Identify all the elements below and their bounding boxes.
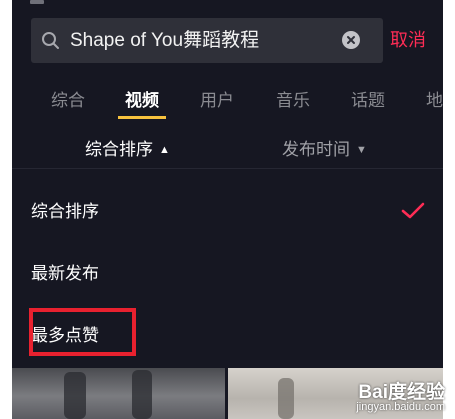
search-box[interactable]: Shape of You舞蹈教程 bbox=[31, 18, 383, 63]
caret-up-icon: ▲ bbox=[159, 144, 170, 156]
tab-location[interactable]: 地 bbox=[426, 86, 443, 111]
sort-primary-label: 综合排序 bbox=[85, 140, 153, 159]
status-bar-icon bbox=[30, 0, 44, 4]
sort-option-label: 综合排序 bbox=[31, 202, 99, 221]
sort-option-latest[interactable]: 最新发布 bbox=[12, 240, 443, 300]
video-thumbnail[interactable] bbox=[12, 368, 225, 419]
highlight-annotation-box bbox=[29, 308, 136, 356]
sort-option-label: 最新发布 bbox=[31, 264, 99, 283]
checkmark-icon bbox=[401, 202, 425, 219]
clear-icon[interactable] bbox=[342, 31, 360, 49]
dancer-figure bbox=[278, 378, 294, 419]
tab-comprehensive[interactable]: 综合 bbox=[51, 86, 85, 111]
tab-bar: 综合 视频 用户 音乐 话题 地 bbox=[12, 78, 443, 119]
divider bbox=[12, 168, 443, 169]
sort-time-label: 发布时间 bbox=[282, 140, 350, 159]
tab-indicator bbox=[118, 116, 166, 119]
watermark-logo: Bai度经验 bbox=[358, 382, 445, 403]
tab-users[interactable]: 用户 bbox=[200, 86, 234, 111]
caret-down-icon: ▼ bbox=[356, 144, 367, 156]
watermark-url: jingyan.baidu.com bbox=[356, 401, 445, 413]
search-input[interactable]: Shape of You舞蹈教程 bbox=[70, 18, 259, 63]
app-screen: Shape of You舞蹈教程 取消 综合 视频 用户 音乐 话题 地 综合排… bbox=[12, 0, 443, 419]
watermark: Bai度经验 jingyan.baidu.com bbox=[339, 377, 449, 417]
tab-video[interactable]: 视频 bbox=[125, 86, 159, 111]
cancel-button[interactable]: 取消 bbox=[390, 18, 430, 63]
sort-dropdown-primary[interactable]: 综合排序 ▲ bbox=[85, 135, 170, 160]
sort-bar: 综合排序 ▲ 发布时间 ▼ bbox=[12, 126, 443, 166]
dancer-figure bbox=[64, 372, 86, 419]
tab-topics[interactable]: 话题 bbox=[351, 86, 385, 111]
tab-music[interactable]: 音乐 bbox=[276, 86, 310, 111]
dancer-figure bbox=[132, 370, 152, 419]
sort-option-comprehensive[interactable]: 综合排序 bbox=[12, 178, 443, 238]
sort-dropdown-time[interactable]: 发布时间 ▼ bbox=[282, 135, 367, 160]
search-icon bbox=[42, 32, 59, 49]
